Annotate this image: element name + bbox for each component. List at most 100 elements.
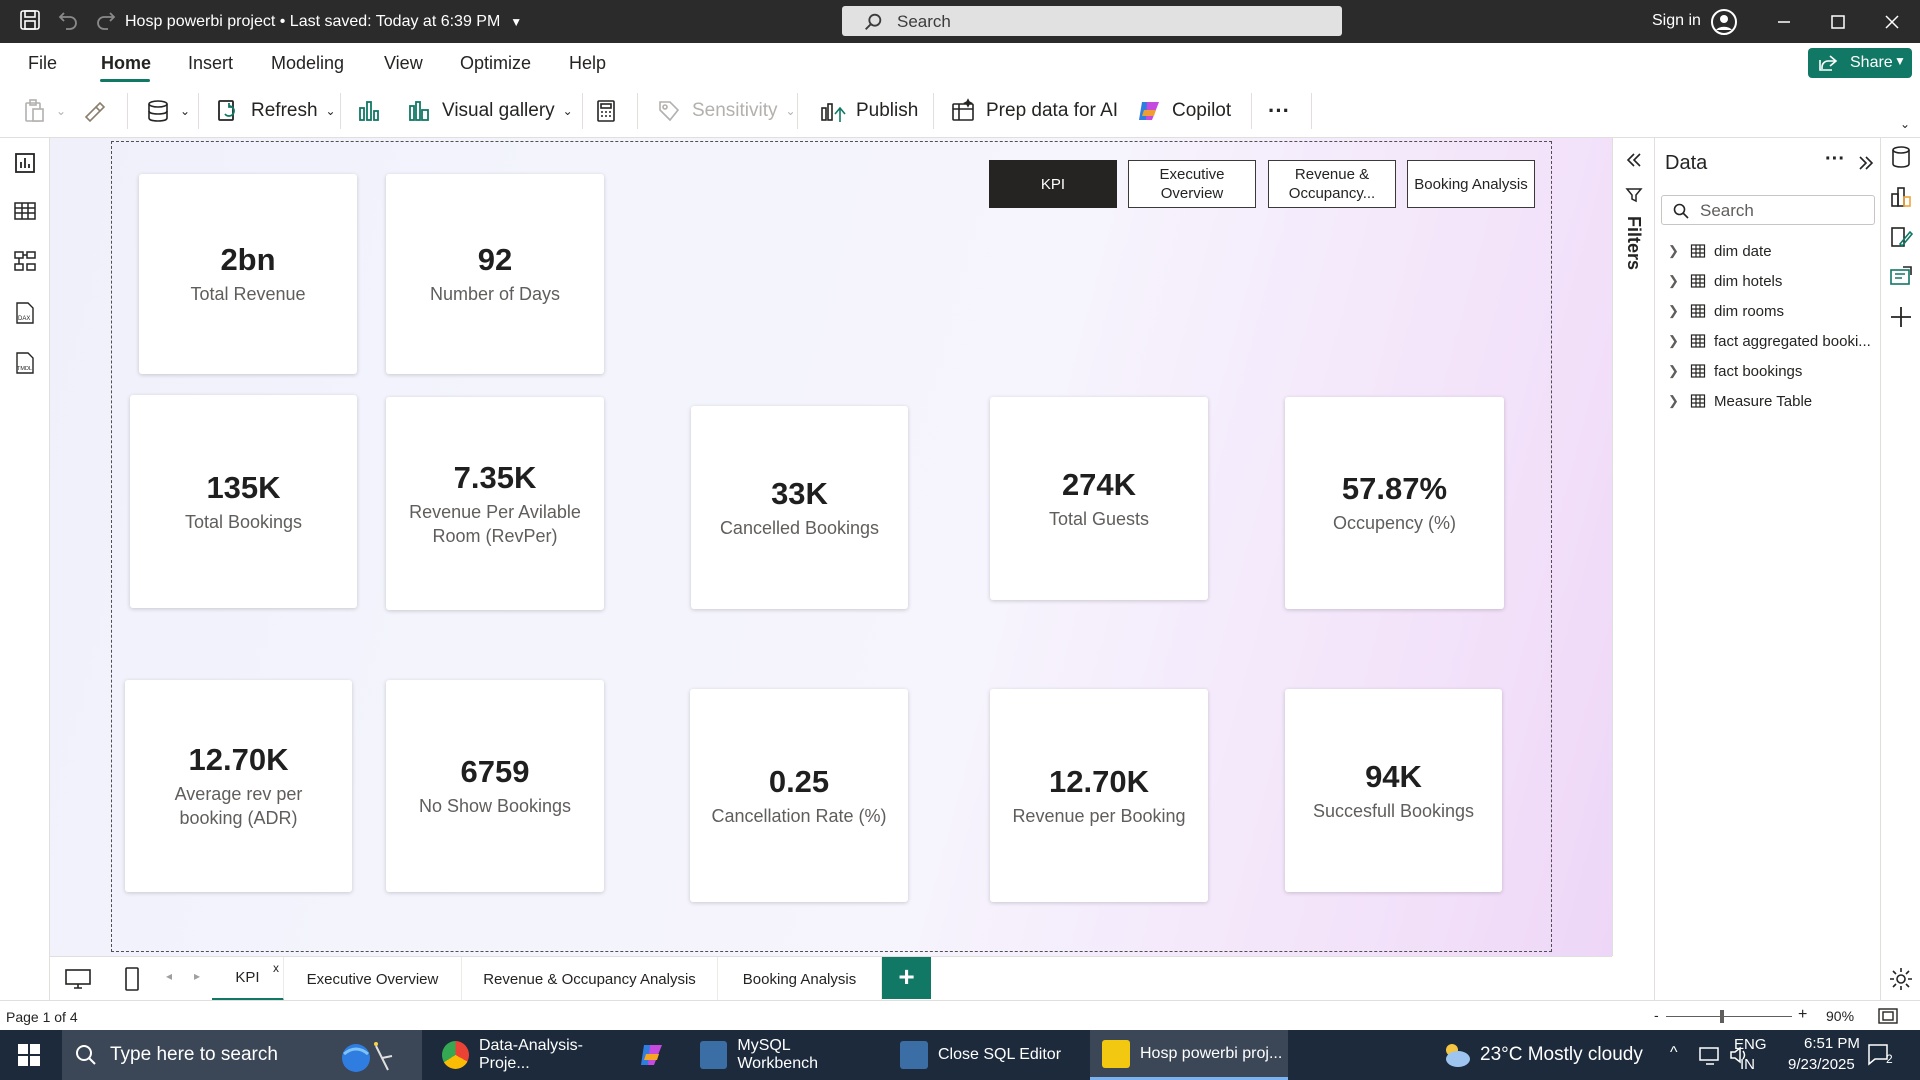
refresh-button[interactable]: Refresh ⌄ — [215, 83, 336, 138]
weather-icon[interactable] — [1440, 1040, 1472, 1075]
windows-start-icon[interactable] — [18, 1044, 40, 1071]
kpi-card[interactable]: 2bn Total Revenue — [139, 174, 357, 374]
table-view-icon[interactable] — [12, 198, 38, 224]
collapse-ribbon-icon[interactable]: ⌄ — [1900, 117, 1910, 131]
close-tab-icon[interactable]: x — [273, 961, 279, 975]
zoom-level[interactable]: 90% — [1826, 1008, 1854, 1024]
fit-to-page-icon[interactable] — [1878, 1007, 1898, 1028]
search-box[interactable]: Search — [842, 6, 1342, 36]
tab-insert[interactable]: Insert — [188, 53, 233, 74]
filters-label: Filters — [1624, 216, 1644, 271]
kpi-card[interactable]: 92 Number of Days — [386, 174, 604, 374]
document-title[interactable]: Hosp powerbi project • Last saved: Today… — [125, 13, 522, 31]
calculator-button[interactable] — [594, 83, 618, 138]
kpi-card[interactable]: 12.70K Revenue per Booking — [990, 689, 1208, 902]
page-tab-revenue-occupancy-analysis[interactable]: Revenue & Occupancy Analysis — [462, 957, 718, 1001]
report-view-icon[interactable] — [12, 150, 38, 176]
chevron-up-icon[interactable]: ^ — [1670, 1044, 1678, 1080]
expand-pane-icon[interactable] — [1624, 150, 1644, 175]
page-tab-executive-overview[interactable]: Executive Overview — [284, 957, 462, 1001]
zoom-slider[interactable] — [1666, 1016, 1792, 1017]
format-icon[interactable] — [1888, 224, 1914, 255]
model-view-icon[interactable] — [12, 248, 38, 274]
save-icon[interactable] — [18, 8, 44, 34]
tab-file[interactable]: File — [28, 53, 57, 74]
collapse-pane-icon[interactable] — [1857, 154, 1875, 177]
next-page-icon[interactable]: ▸ — [194, 969, 200, 983]
copilot-taskbar-icon[interactable] — [638, 1041, 666, 1074]
nav-button-kpi[interactable]: KPI — [989, 160, 1117, 208]
kpi-card[interactable]: 135K Total Bookings — [130, 395, 357, 608]
kpi-card[interactable]: 6759 No Show Bookings — [386, 680, 604, 892]
table-dim-rooms[interactable]: ❯ dim rooms — [1668, 299, 1784, 323]
prep-data-button[interactable]: Prep data for AI — [950, 83, 1118, 138]
new-visual-button[interactable] — [356, 83, 382, 138]
search-highlight-icon[interactable] — [336, 1036, 396, 1080]
format-painter-button[interactable] — [82, 83, 106, 138]
account-icon[interactable] — [1711, 9, 1737, 35]
settings-gear-icon[interactable] — [1888, 966, 1914, 997]
sensitivity-button[interactable]: Sensitivity ⌄ — [656, 83, 796, 138]
dax-query-view-icon[interactable]: DAX — [12, 300, 38, 326]
tab-home[interactable]: Home — [101, 53, 151, 74]
taskbar-app-mysql-workbench[interactable]: MySQL Workbench — [688, 1030, 872, 1080]
paste-button[interactable]: ⌄ — [22, 83, 66, 138]
table-measure-table[interactable]: ❯ Measure Table — [1668, 389, 1812, 413]
redo-icon[interactable] — [94, 8, 120, 34]
desktop-layout-icon[interactable] — [64, 967, 92, 996]
kpi-card[interactable]: 33K Cancelled Bookings — [691, 406, 908, 609]
tab-help[interactable]: Help — [569, 53, 606, 74]
page-tab-kpi[interactable]: KPI x — [212, 957, 284, 1001]
maximize-icon[interactable] — [1826, 10, 1850, 34]
nav-button-executive-overview[interactable]: Executive Overview — [1128, 160, 1256, 208]
prep-data-label: Prep data for AI — [986, 99, 1119, 121]
tab-view[interactable]: View — [384, 53, 423, 74]
zoom-slider-thumb[interactable] — [1720, 1010, 1724, 1023]
weather-text[interactable]: 23°C Mostly cloudy — [1480, 1044, 1643, 1080]
share-button[interactable]: Share ▼ — [1808, 48, 1912, 78]
visualizations-icon[interactable] — [1888, 184, 1914, 215]
sign-in-link[interactable]: Sign in — [1652, 12, 1701, 30]
taskbar-app-sql-editor[interactable]: Close SQL Editor — [888, 1030, 1084, 1080]
kpi-card[interactable]: 274K Total Guests — [990, 397, 1208, 600]
add-pane-icon[interactable] — [1888, 304, 1914, 335]
add-page-button[interactable]: + — [882, 957, 931, 999]
table-fact-aggregated-bookings[interactable]: ❯ fact aggregated booki... — [1668, 329, 1871, 353]
get-data-button[interactable]: ⌄ — [146, 83, 190, 138]
kpi-card[interactable]: 0.25 Cancellation Rate (%) — [690, 689, 908, 902]
table-fact-bookings[interactable]: ❯ fact bookings — [1668, 359, 1802, 383]
more-options-button[interactable]: ··· — [1268, 83, 1290, 138]
page-tab-booking-analysis[interactable]: Booking Analysis — [718, 957, 882, 1001]
tmdl-view-icon[interactable]: TMDL — [12, 350, 38, 376]
visual-gallery-button[interactable]: Visual gallery ⌄ — [406, 83, 573, 138]
taskbar-app-chrome[interactable]: Data-Analysis-Proje... — [430, 1030, 628, 1080]
bookmarks-icon[interactable] — [1888, 264, 1914, 295]
table-dim-date[interactable]: ❯ dim date — [1668, 239, 1772, 263]
minimize-icon[interactable] — [1772, 10, 1796, 34]
copilot-button[interactable]: Copilot — [1136, 83, 1231, 138]
undo-icon[interactable] — [56, 8, 82, 34]
nav-button-revenue-occupancy[interactable]: Revenue & Occupancy... — [1268, 160, 1396, 208]
nav-button-booking-analysis[interactable]: Booking Analysis — [1407, 160, 1535, 208]
kpi-card[interactable]: 94K Succesfull Bookings — [1285, 689, 1502, 892]
network-icon[interactable] — [1698, 1044, 1722, 1071]
kpi-card[interactable]: 12.70K Average rev per booking (ADR) — [125, 680, 352, 892]
more-options-icon[interactable]: ··· — [1825, 148, 1845, 171]
table-dim-hotels[interactable]: ❯ dim hotels — [1668, 269, 1782, 293]
mobile-layout-icon[interactable] — [124, 966, 140, 997]
kpi-card[interactable]: 57.87% Occupency (%) — [1285, 397, 1504, 609]
zoom-in-button[interactable]: + — [1798, 1006, 1807, 1024]
data-pane-icon[interactable] — [1888, 144, 1914, 175]
data-search-input[interactable]: Search — [1661, 195, 1875, 225]
zoom-out-button[interactable]: - — [1654, 1007, 1659, 1023]
language-region[interactable]: IN — [1740, 1056, 1755, 1080]
publish-button[interactable]: Publish — [818, 83, 918, 138]
close-icon[interactable] — [1880, 10, 1904, 34]
clock-date[interactable]: 9/23/2025 — [1788, 1056, 1855, 1080]
prev-page-icon[interactable]: ◂ — [166, 969, 172, 983]
tab-optimize[interactable]: Optimize — [460, 53, 531, 74]
kpi-card[interactable]: 7.35K Revenue Per Avilable Room (RevPer) — [386, 397, 604, 610]
tab-modeling[interactable]: Modeling — [271, 53, 344, 74]
taskbar-app-power-bi[interactable]: Hosp powerbi proj... — [1090, 1030, 1288, 1080]
filters-pane[interactable]: Filters — [1612, 138, 1654, 956]
